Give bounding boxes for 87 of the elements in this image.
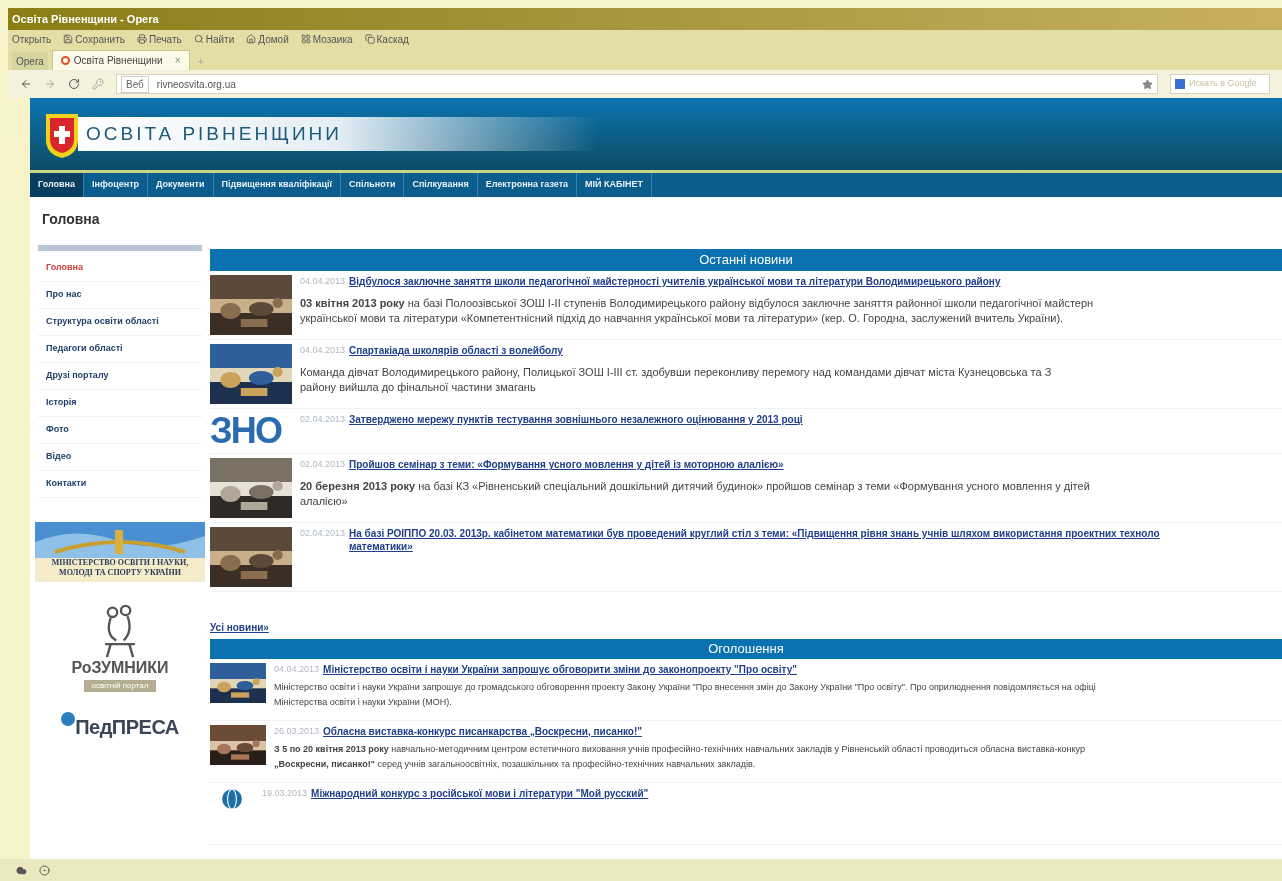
url-text: rivneosvita.org.ua [156,77,236,92]
news-title-link[interactable]: Відбулося заключне заняття школи педагогічної майстерності учителів української мови та літератури Володимирецького району [349,275,1001,288]
sidebar-link[interactable]: Друзі порталу [38,363,202,390]
nav-link[interactable]: Спільноти [341,173,405,197]
save-icon [63,34,74,44]
news-date: 04.04.2013 [300,344,346,357]
nav-link[interactable]: Головна [30,173,84,197]
news-text: Команда дівчат Володимирецького району, Полицької ЗОШ І-ІІІ ст. здобувши переконливу перемогу над командами дівчат міста Кузнецовська та З [300,365,1052,380]
banner-caption: МІНІСТЕРСТВО ОСВІТИ І НАУКИ, МОЛОДІ ТА СПОРТУ УКРАЇНИ [50,558,190,578]
news-title-link[interactable]: Спартакіада школярів області з волейболу [349,344,563,357]
news-date: 02.04.2013 [300,527,346,540]
all-news-link[interactable]: Усі новини» [210,620,269,635]
news-text: алалією» [300,494,349,509]
pedpresa-banner[interactable]: ПедПРЕСА [61,712,179,742]
toolbar-button[interactable]: Открыть [12,31,52,47]
browser-tab[interactable]: Освіта Рівненщини × [51,50,190,70]
news-date: 02.04.2013 [300,458,346,471]
ministry-banner[interactable]: МІНІСТЕРСТВО ОСВІТИ І НАУКИ, МОЛОДІ ТА СПОРТУ УКРАЇНИ [35,522,205,582]
home-icon [246,34,257,44]
window-title: Освіта Рівненщини - Opera [12,11,159,27]
copy-icon [364,34,375,44]
news-title-link[interactable]: На базі РОІППО 20.03. 2013р. кабінетом математики був проведений круглий стіл з теми: «Підвищення рівня знань учнів шляхом використання проектних техноло [349,527,1160,540]
page-heading: Головна [42,209,100,229]
toolbar-button[interactable]: Мозаика [300,31,353,47]
toolbar-button[interactable]: Домой [246,31,289,47]
sidebar-link[interactable]: Фото [38,417,202,444]
site-title: ОСВІТА РІВНЕНЩИНИ [86,121,342,146]
toolbar-button[interactable]: Сохранить [63,31,125,47]
news-text: 03 квітня 2013 року на базі Полоозівської ЗОШ I-II ступенів Володимирецького району відбулося заключне заняття районної школи педагогічної майстерн [300,296,1094,311]
logo-name: ПедПРЕСА [75,715,179,740]
print-icon [137,34,147,44]
sidebar-link[interactable]: Структура освіти області [38,309,202,336]
web-badge: Веб [121,75,149,93]
opera-icon [60,56,70,65]
news-date: 26.03.2013 [274,725,320,738]
news-title-link[interactable]: Міністерство освіти і науки України запрошує обговорити зміни до законопроекту "Про освіту" [323,663,797,676]
rozumnyky-banner[interactable]: РоЗУМНИКИ освітній портал [65,602,175,692]
nav-link[interactable]: Електронна газета [477,173,578,197]
toolbar-button[interactable]: Найти [193,31,235,47]
address-field[interactable]: Веб rivneosvita.org.ua [116,74,1158,94]
news-text: української мови та літератури «Компетентнісний підхід до навчання української мови та літератури» (кер. О. Городна, заслужений вчитель України). [300,311,1065,326]
sidebar-link[interactable]: Відео [38,444,202,471]
news-date: 04.04.2013 [274,663,320,676]
news-date: 02.04.2013 [300,413,346,426]
news-date: 04.04.2013 [300,275,346,288]
news-title-link[interactable]: Затверджено мережу пунктів тестування зовнішнього незалежного оцінювання у 2013 році [349,413,803,426]
reload-icon[interactable] [68,78,80,90]
news-text: Міністерства освіти і науки України (МОН). [274,696,453,709]
news-title-link[interactable]: Обласна виставка-конкурс писанкарства „Воскресни, писанко!" [323,725,642,738]
zno-logo: ЗНО [210,413,283,449]
tab-label: Освіта Рівненщини [73,54,163,68]
star-icon[interactable] [1142,78,1153,90]
news-text: З 5 по 20 квітня 2013 року навчально-методичним центром естетичного виховання учнів професійно-технічних навчальних закладів у Рівненській області проводиться обласна виставка-конкур [274,743,1085,756]
news-date: 19.03.2013 [262,787,308,800]
sidebar-link[interactable]: Педагоги області [38,336,202,363]
turbo-icon[interactable] [39,864,50,876]
news-title-link[interactable]: математики» [349,540,1160,553]
search-placeholder: Искать в Google [1189,77,1257,91]
nav-link[interactable]: Документи [148,173,214,197]
sidebar-link[interactable]: Про нас [38,282,202,309]
opera-menu-button[interactable]: Opera [12,52,48,70]
key-icon[interactable] [92,78,104,90]
section-heading: Останні новини [699,251,793,270]
close-button[interactable]: × [174,53,181,68]
nav-link[interactable]: Інфоцентр [84,173,149,197]
news-text: 20 березня 2013 року на базі КЗ «Рівненський спеціальний дошкільний дитячий будинок» пройшов семінар з теми «Формування усного мовлення у дітей [300,479,1090,494]
globe-icon [61,712,76,726]
logo-tagline: освітній портал [83,680,157,692]
back-icon[interactable] [20,78,32,90]
logo-name: РоЗУМНИКИ [71,660,169,676]
section-heading: Оголошення [708,640,784,659]
grid-icon [300,34,311,44]
news-title-link[interactable]: Міжнародний конкурс з російської мови і літератури "Мой русский" [311,787,649,800]
sidebar-link[interactable]: Історія [38,390,202,417]
search-icon [193,34,204,44]
toolbar-button[interactable]: Каскад [364,31,409,47]
toolbar-button[interactable]: Печать [137,31,182,47]
nav-link[interactable]: Підвищення кваліфікації [213,173,342,197]
nav-link[interactable]: МІЙ КАБІНЕТ [577,173,652,197]
news-text: „Воскресни, писанко!" серед учнів загальноосвітніх, позашкільних та професійно-технічних навчальних закладів. [274,758,757,771]
news-text: Міністерство освіти і науки України запрошує до громадського обговорення проекту Закону України "Про внесення змін до Закону України "Про освіту". Про оприлюднення повідомляється на офіці [274,681,1096,694]
news-title-link[interactable]: Пройшов семінар з теми: «Формування усного мовлення у дітей із моторною алалією» [349,458,784,471]
cloud-icon[interactable] [16,864,27,876]
sidebar-link[interactable]: Контакти [38,471,202,498]
news-text: району вийшла до фінальної частини змагань [300,380,537,395]
nav-link[interactable]: Спілкування [404,173,478,197]
sidebar-link[interactable]: Головна [38,255,202,282]
